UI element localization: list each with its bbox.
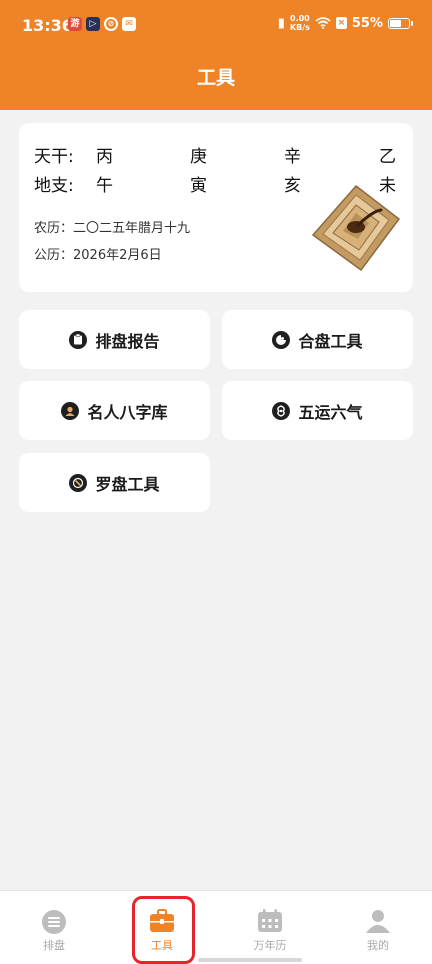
wuyun-liuqi-button-label: 五运六气 [298,402,363,422]
nav-label-paipan: 排盘 [43,939,65,952]
dizhi-label: 地支: [34,176,74,196]
nav-label-mine: 我的 [367,939,389,952]
solar-date: 公历：2026年2月6日 [34,248,162,263]
home-indicator[interactable] [198,958,302,962]
game-app-notification-icon: 游 [68,17,82,31]
person-icon [61,401,80,420]
report-button-label: 排盘报告 [95,331,160,351]
merge-icon [272,330,291,349]
report-button[interactable]: 排盘报告 [19,310,210,369]
network-speed: 0.00 KB/s [290,14,310,32]
merge-chart-button-label: 合盘工具 [298,331,363,351]
compass-tool-button-label: 罗盘工具 [95,474,160,494]
swirl-icon [272,401,291,420]
status-time: 13:36 [22,16,73,35]
no-sim-icon: × [335,17,347,29]
menu-list-icon [41,909,67,939]
vibrate-icon: ▮ [277,15,285,31]
video-app-notification-icon: ▷ [86,17,100,31]
compass-icon [69,473,88,492]
status-right: ▮ 0.00 KB/s × 55% [277,14,413,32]
dizhi-year: 午 [96,176,113,196]
wifi-icon [315,17,331,29]
nav-item-paipan[interactable]: 排盘 [0,891,108,964]
battery-icon [388,17,413,29]
status-bar: 13:36 游 ▷ ⊘ ✉ ▮ 0.00 KB/s × 55% [0,0,432,52]
active-tab-highlight [132,896,195,964]
network-speed-value: 0.00 [290,14,310,23]
link-app-notification-icon: ⊘ [104,17,118,31]
compass-tool-button[interactable]: 罗盘工具 [19,453,210,512]
tiangan-label: 天干: [34,147,74,167]
bazi-info-card: 天干: 丙 庚 辛 乙 地支: 午 寅 亥 未 农历：二〇二五年腊月十九 公历：… [19,123,413,292]
tiangan-year: 丙 [96,147,113,167]
tiangan-month: 庚 [190,147,207,167]
merge-chart-button[interactable]: 合盘工具 [222,310,413,369]
wuyun-liuqi-button[interactable]: 五运六气 [222,381,413,440]
nav-item-mine[interactable]: 我的 [324,891,432,964]
network-speed-unit: KB/s [289,23,310,32]
celebrity-bazi-button-label: 名人八字库 [87,402,168,422]
user-icon [365,909,391,937]
luopan-compass-image [311,184,401,272]
page-title: 工具 [196,67,235,89]
celebrity-bazi-button[interactable]: 名人八字库 [19,381,210,440]
dizhi-month: 寅 [190,176,207,196]
bottom-nav: 排盘 工具 万年历 我的 [0,890,432,964]
clipboard-icon [69,330,88,349]
notification-icons: 游 ▷ ⊘ ✉ [68,17,136,31]
tiangan-row: 天干: 丙 庚 辛 乙 [34,142,404,167]
nav-item-calendar[interactable]: 万年历 [216,891,324,964]
battery-percent: 55% [351,15,383,31]
calendar-icon [257,909,283,937]
tiangan-hour: 乙 [379,147,396,167]
dizhi-day: 亥 [284,176,301,196]
tiangan-day: 辛 [284,147,301,167]
nav-label-calendar: 万年历 [253,939,287,952]
lunar-date: 农历：二〇二五年腊月十九 [34,221,191,236]
page-header: 工具 [0,52,432,110]
battery-fill [390,19,401,27]
mail-notification-icon: ✉ [122,17,136,31]
